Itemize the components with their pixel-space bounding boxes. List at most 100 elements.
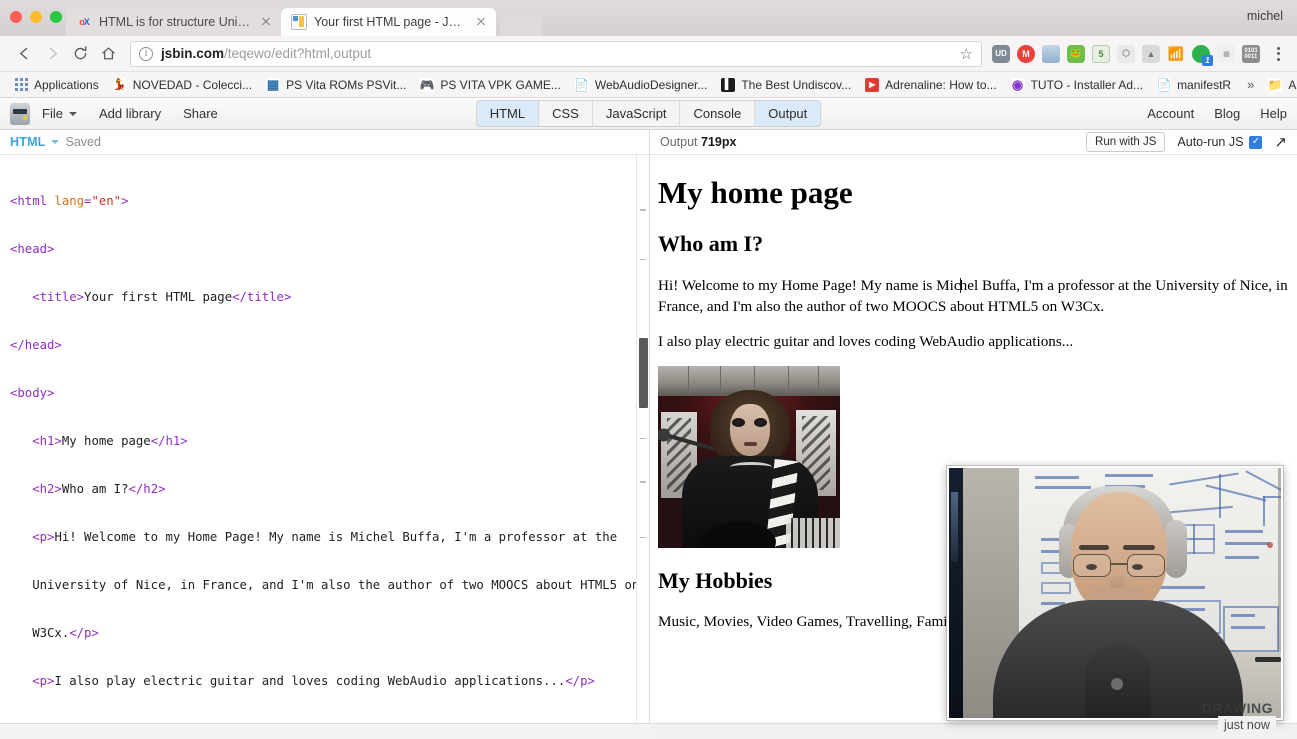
code-line: W3Cx.</p> bbox=[0, 625, 649, 641]
scrollbar-thumb[interactable] bbox=[639, 338, 648, 408]
screenshot-icon[interactable]: 5 bbox=[1092, 45, 1110, 63]
code-line: <h2>Who am I?</h2> bbox=[0, 481, 649, 497]
add-library-menu[interactable]: Add library bbox=[99, 106, 161, 121]
browser-tab-2[interactable]: Your first HTML page - JS Bin bbox=[281, 8, 496, 36]
webcam-video-overlay[interactable]: DRAWING bbox=[947, 466, 1283, 720]
qr-code-icon[interactable]: ▦ bbox=[1217, 45, 1235, 63]
code-line: <title>Your first HTML page</title> bbox=[0, 289, 649, 305]
bookmark-label: WebAudioDesigner... bbox=[595, 78, 708, 92]
person-on-camera bbox=[993, 538, 1243, 718]
bookmark-label: Autres favoris bbox=[1288, 78, 1297, 92]
status-strip bbox=[0, 723, 1297, 739]
url-text: jsbin.com/teqewo/edit?html,output bbox=[161, 46, 371, 61]
back-arrow-icon[interactable] bbox=[10, 40, 38, 68]
chevron-down-icon[interactable] bbox=[51, 140, 59, 144]
url-path: /teqewo/edit?html,output bbox=[224, 46, 371, 61]
browser-tab-2-title: Your first HTML page - JS Bin bbox=[314, 15, 466, 29]
gamepad-icon: 🎮 bbox=[420, 78, 434, 92]
window-controls bbox=[10, 11, 62, 23]
close-icon[interactable] bbox=[474, 15, 488, 29]
panel-tabs: HTML CSS JavaScript Console Output bbox=[476, 100, 822, 127]
account-link[interactable]: Account bbox=[1147, 106, 1194, 121]
folder-icon: 📁 bbox=[1268, 78, 1282, 92]
code-editor[interactable]: <html lang="en"> <head> <title>Your firs… bbox=[0, 155, 649, 739]
output-paragraph-2: I also play electric guitar and loves co… bbox=[658, 332, 1289, 353]
kebab-menu-icon[interactable] bbox=[1269, 44, 1287, 64]
tab-html[interactable]: HTML bbox=[477, 101, 539, 126]
maximize-window-button[interactable] bbox=[50, 11, 62, 23]
bookmark-best-undiscovered[interactable]: ▌ The Best Undiscov... bbox=[715, 76, 857, 94]
bookmark-other-favorites[interactable]: 📁 Autres favoris bbox=[1262, 76, 1297, 94]
bookmark-label: Applications bbox=[34, 78, 99, 92]
file-menu[interactable]: File bbox=[42, 106, 77, 121]
code-line: <p>Hi! Welcome to my Home Page! My name … bbox=[0, 529, 649, 545]
frog-extension-icon[interactable]: 🐸 bbox=[1067, 45, 1085, 63]
editor-scrollbar[interactable] bbox=[636, 155, 649, 739]
bookmark-psvita-roms[interactable]: ▦ PS Vita ROMs PSVit... bbox=[260, 76, 412, 94]
code-line: <head> bbox=[0, 241, 649, 257]
green-badge-icon[interactable]: 1 bbox=[1192, 45, 1210, 63]
bookmark-psvita-vpk[interactable]: 🎮 PS VITA VPK GAME... bbox=[414, 76, 566, 94]
tab-output[interactable]: Output bbox=[755, 101, 820, 126]
tab-console[interactable]: Console bbox=[681, 101, 756, 126]
tab-list: oX HTML is for structure Unit | Ja Your … bbox=[66, 8, 542, 36]
output-h1: My home page bbox=[658, 175, 1289, 211]
info-circle-icon[interactable]: i bbox=[139, 47, 153, 61]
tab-javascript[interactable]: JavaScript bbox=[593, 101, 681, 126]
bookmark-label: The Best Undiscov... bbox=[741, 78, 851, 92]
bookmark-tuto-installer[interactable]: ◉ TUTO - Installer Ad... bbox=[1005, 76, 1149, 94]
tab-css[interactable]: CSS bbox=[539, 101, 593, 126]
close-window-button[interactable] bbox=[10, 11, 22, 23]
mega-icon[interactable]: M bbox=[1017, 45, 1035, 63]
chevron-down-icon bbox=[69, 112, 77, 116]
bookmark-label: TUTO - Installer Ad... bbox=[1031, 78, 1143, 92]
bookmark-manifestr[interactable]: 📄 manifestR bbox=[1151, 76, 1237, 94]
binary-icon[interactable]: 01010011 bbox=[1242, 45, 1260, 63]
bookmark-label: manifestR bbox=[1177, 78, 1231, 92]
cast-icon[interactable]: 📶 bbox=[1167, 45, 1185, 63]
minimize-window-button[interactable] bbox=[30, 11, 42, 23]
blog-link[interactable]: Blog bbox=[1214, 106, 1240, 121]
page-icon: 📄 bbox=[575, 78, 589, 92]
checkbox-checked-icon[interactable]: ✓ bbox=[1249, 136, 1262, 149]
close-icon[interactable] bbox=[259, 15, 273, 29]
jsbin-robot-icon[interactable] bbox=[10, 103, 30, 125]
browser-tab-1[interactable]: oX HTML is for structure Unit | Ja bbox=[66, 8, 281, 36]
w3c-icon: oX bbox=[76, 14, 92, 30]
code-line: <p>I also play electric guitar and loves… bbox=[0, 673, 649, 689]
extension-toolbar: UD M 🐸 5 ⬡ ▲ 📶 1 ▦ 01010011 bbox=[988, 44, 1287, 64]
reload-icon[interactable] bbox=[66, 40, 94, 68]
ublock-origin-icon[interactable]: UD bbox=[992, 45, 1010, 63]
new-tab-button[interactable] bbox=[500, 14, 542, 36]
share-menu[interactable]: Share bbox=[183, 106, 218, 121]
star-icon[interactable]: ☆ bbox=[960, 45, 973, 63]
psvita-icon: ▦ bbox=[266, 78, 280, 92]
bookmark-label: NOVEDAD - Colecci... bbox=[133, 78, 252, 92]
page-icon: 📄 bbox=[1157, 78, 1171, 92]
image-extension-icon[interactable]: ▲ bbox=[1142, 45, 1160, 63]
tab-strip: oX HTML is for structure Unit | Ja Your … bbox=[0, 0, 1297, 36]
auto-run-js-toggle[interactable]: Auto-run JS ✓ bbox=[1177, 135, 1262, 149]
pocket-icon[interactable] bbox=[1042, 45, 1060, 63]
bookmark-adrenaline[interactable]: ▶ Adrenaline: How to... bbox=[859, 76, 1002, 94]
run-with-js-button[interactable]: Run with JS bbox=[1086, 132, 1165, 152]
help-link[interactable]: Help bbox=[1260, 106, 1287, 121]
novedad-icon: 💃 bbox=[113, 78, 127, 92]
bookmark-applications[interactable]: Applications bbox=[8, 76, 105, 94]
html-panel-title[interactable]: HTML bbox=[10, 135, 46, 149]
home-icon[interactable] bbox=[94, 40, 122, 68]
bookmarks-overflow-button[interactable]: » bbox=[1239, 77, 1262, 92]
output-width-value: 719px bbox=[701, 135, 736, 149]
bookmark-webaudiodesigner[interactable]: 📄 WebAudioDesigner... bbox=[569, 76, 714, 94]
open-in-new-window-icon[interactable]: ↗ bbox=[1274, 133, 1287, 151]
browser-toolbar: i jsbin.com/teqewo/edit?html,output ☆ UD… bbox=[0, 36, 1297, 72]
html-editor-pane: HTML Saved <html lang="en"> <head> <titl… bbox=[0, 130, 650, 739]
html-panel-header: HTML Saved bbox=[0, 130, 649, 155]
dark-square-icon: ▌ bbox=[721, 78, 735, 92]
bookmark-novedad[interactable]: 💃 NOVEDAD - Colecci... bbox=[107, 76, 258, 94]
jsbin-icon bbox=[291, 14, 307, 30]
address-bar[interactable]: i jsbin.com/teqewo/edit?html,output ☆ bbox=[130, 41, 982, 67]
cube-extension-icon[interactable]: ⬡ bbox=[1117, 45, 1135, 63]
auto-run-js-label: Auto-run JS bbox=[1177, 135, 1243, 149]
profile-name[interactable]: michel bbox=[1247, 9, 1283, 23]
